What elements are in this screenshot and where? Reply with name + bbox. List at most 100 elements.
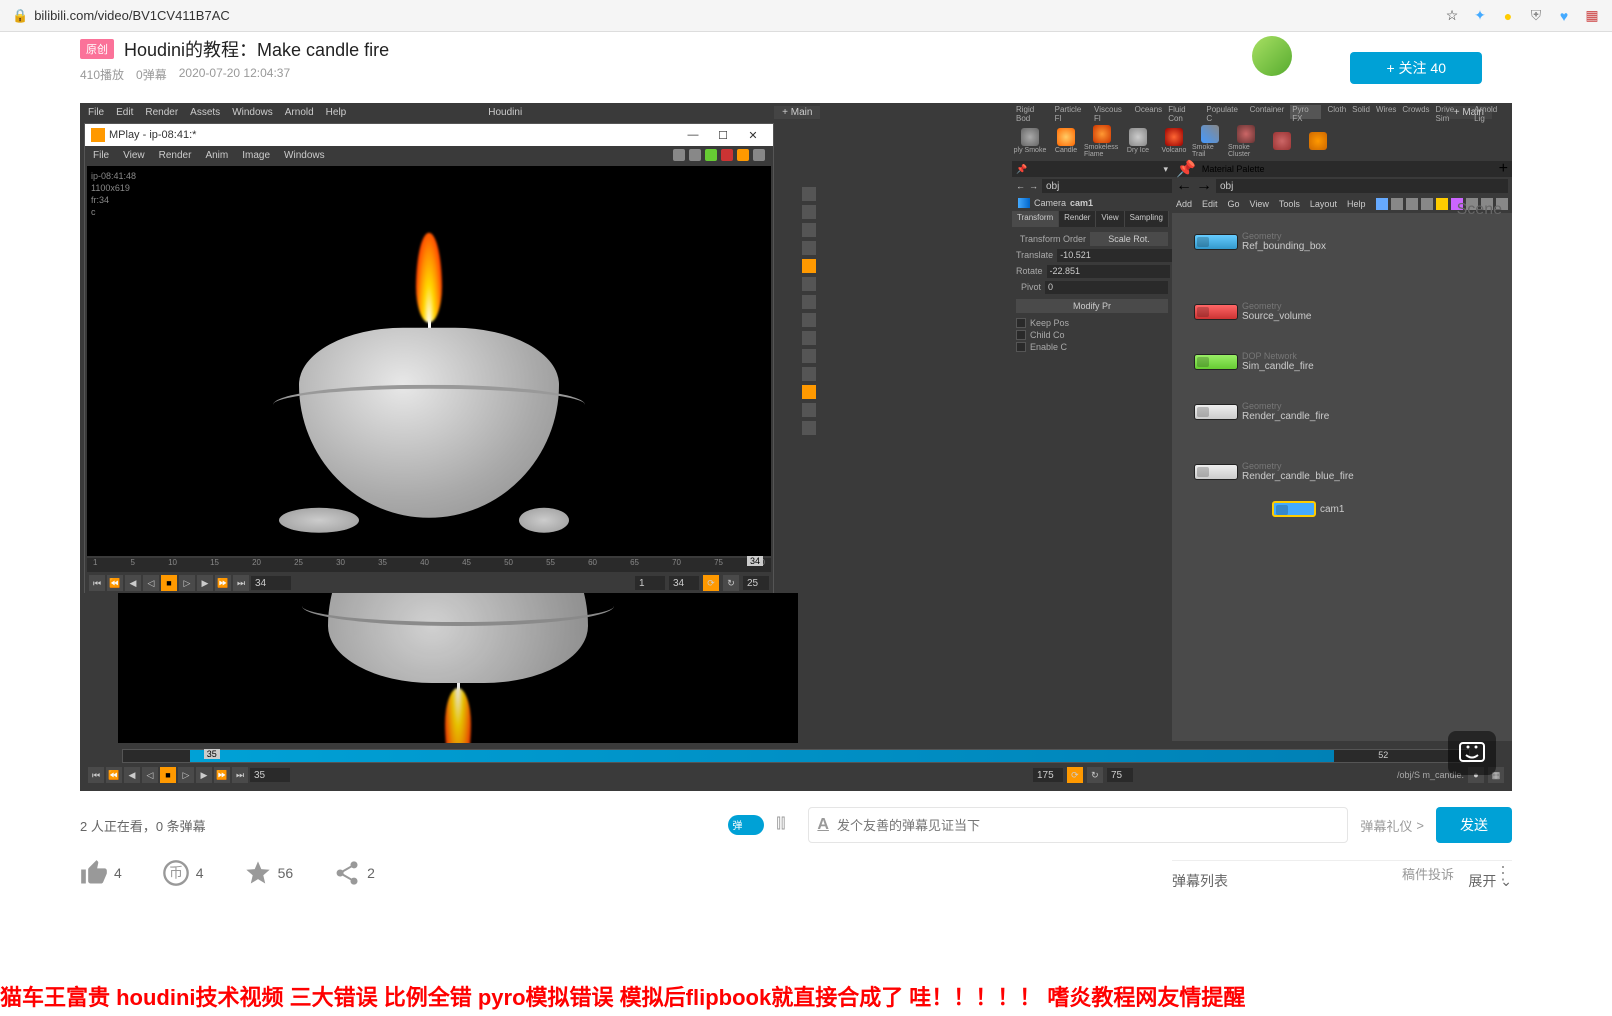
shelf-dryice[interactable]: Dry Ice xyxy=(1120,123,1156,159)
rotate-x-input[interactable] xyxy=(1047,265,1170,278)
hp-nextkey[interactable]: ⏩ xyxy=(214,767,230,783)
current-frame-input[interactable] xyxy=(251,576,291,590)
forward-icon[interactable]: → xyxy=(1196,177,1212,195)
shelf-tab[interactable]: Crowds xyxy=(1402,105,1429,119)
next-frame-button[interactable]: ▷ xyxy=(179,575,195,591)
shelf-extra1[interactable] xyxy=(1264,123,1300,159)
mplay-titlebar[interactable]: MPlay - ip-08:41:* — ☐ ✕ xyxy=(85,124,773,146)
tab-houdini[interactable]: Houdini xyxy=(488,107,522,118)
font-style-icon[interactable]: A xyxy=(817,816,829,834)
next-key-button[interactable]: ⏩ xyxy=(215,575,231,591)
menu-assets[interactable]: Assets xyxy=(190,107,220,118)
tool-icon[interactable] xyxy=(802,313,816,327)
shelf-tab[interactable]: Particle Fl xyxy=(1055,105,1088,119)
mplay-tool-icon[interactable] xyxy=(705,149,717,161)
node-cam1[interactable]: cam1 xyxy=(1272,501,1344,517)
network-panel[interactable]: 📌 Material Palette + ← → Add Edit Go Vie… xyxy=(1172,161,1512,741)
danmaku-input[interactable] xyxy=(837,818,1339,833)
menu-arnold[interactable]: Arnold xyxy=(285,107,314,118)
back-icon[interactable]: ← xyxy=(1176,177,1192,195)
translate-x-input[interactable] xyxy=(1057,249,1180,262)
shelf-tab[interactable]: Drive Sim xyxy=(1436,105,1469,119)
first-frame-button[interactable]: ⏮ xyxy=(89,575,105,591)
mplay-timeline[interactable]: 1510 152025 303540 455055 606570 7580 34 xyxy=(87,558,771,572)
menu-file[interactable]: File xyxy=(88,107,104,118)
follow-button[interactable]: + 关注 40 xyxy=(1350,52,1482,84)
mplay-menu-file[interactable]: File xyxy=(93,150,109,161)
share-button[interactable]: 2 xyxy=(333,859,375,887)
tab-render[interactable]: Render xyxy=(1059,211,1096,227)
enable-constraint-checkbox[interactable] xyxy=(1016,342,1026,352)
mplay-tool-icon[interactable] xyxy=(673,149,685,161)
back-icon[interactable]: ← xyxy=(1016,181,1025,191)
node-source-volume[interactable]: GeometrySource_volume xyxy=(1194,301,1311,322)
danmaku-etiquette-link[interactable]: 弹幕礼仪 > xyxy=(1360,816,1424,835)
net-menu-edit[interactable]: Edit xyxy=(1202,199,1218,209)
mplay-menu-image[interactable]: Image xyxy=(242,150,270,161)
mplay-menu-windows[interactable]: Windows xyxy=(284,150,325,161)
hp-last[interactable]: ⏭ xyxy=(232,767,248,783)
ext-icon-1[interactable]: ✦ xyxy=(1472,8,1488,24)
favorite-button[interactable]: 56 xyxy=(244,859,294,887)
net-menu-help[interactable]: Help xyxy=(1347,199,1366,209)
pivot-x-input[interactable] xyxy=(1045,281,1168,294)
danmaku-toggle[interactable] xyxy=(728,815,764,835)
hp-prevkey[interactable]: ⏪ xyxy=(106,767,122,783)
mplay-tool-icon[interactable] xyxy=(689,149,701,161)
node-sim-candle[interactable]: DOP NetworkSim_candle_fire xyxy=(1194,351,1314,372)
range-end-input[interactable] xyxy=(669,576,699,590)
net-icon[interactable] xyxy=(1376,198,1388,210)
mplay-tool-icon[interactable] xyxy=(753,149,765,161)
mplay-menu[interactable]: File View Render Anim Image Windows xyxy=(85,146,773,164)
play-back-button[interactable]: ◀ xyxy=(125,575,141,591)
tab-view[interactable]: View xyxy=(1096,211,1124,227)
shelf-tab[interactable]: Oceans xyxy=(1135,105,1163,119)
shelf-tab[interactable]: Solid xyxy=(1352,105,1370,119)
timeline-cursor[interactable]: 34 xyxy=(747,556,763,566)
child-comp-checkbox[interactable] xyxy=(1016,330,1026,340)
hp-next[interactable]: ▷ xyxy=(178,767,194,783)
tool-icon[interactable] xyxy=(802,241,816,255)
maximize-button[interactable]: ☐ xyxy=(709,125,737,145)
path-input[interactable] xyxy=(1042,179,1182,193)
minimize-button[interactable]: — xyxy=(679,125,707,145)
shelf-candle[interactable]: Candle xyxy=(1048,123,1084,159)
xform-order-menu[interactable]: Scale Rot. xyxy=(1090,232,1168,246)
close-button[interactable]: ✕ xyxy=(739,125,767,145)
shelf-smoketrail[interactable]: Smoke Trail xyxy=(1192,123,1228,159)
node-render-candle[interactable]: GeometryRender_candle_fire xyxy=(1194,401,1329,422)
shelf-tab[interactable]: Viscous Fl xyxy=(1094,105,1129,119)
net-menu-add[interactable]: Add xyxy=(1176,199,1192,209)
coin-button[interactable]: 币 4 xyxy=(162,859,204,887)
tool-icon[interactable] xyxy=(802,367,816,381)
shelf-smokeless[interactable]: Smokeless Flame xyxy=(1084,123,1120,159)
net-icon[interactable] xyxy=(1391,198,1403,210)
shelf-tab[interactable]: Arnold Lig xyxy=(1474,105,1508,119)
net-menu-view[interactable]: View xyxy=(1250,199,1269,209)
pane-pin-icon[interactable]: 📌 xyxy=(1176,159,1196,179)
shelf-smokecluster[interactable]: Smoke Cluster xyxy=(1228,123,1264,159)
realtime-toggle[interactable]: ⟳ xyxy=(703,575,719,591)
loop-button[interactable]: ↻ xyxy=(723,575,739,591)
menu-render[interactable]: Render xyxy=(145,107,178,118)
mplay-tool-icon[interactable] xyxy=(721,149,733,161)
prev-frame-button[interactable]: ◁ xyxy=(143,575,159,591)
fps-input[interactable] xyxy=(743,576,769,590)
send-button[interactable]: 发送 xyxy=(1436,807,1512,843)
mplay-viewport[interactable]: ip-08:41:48 1100x619 fr:34 c xyxy=(87,166,771,556)
prev-key-button[interactable]: ⏪ xyxy=(107,575,123,591)
like-button[interactable]: 4 xyxy=(80,859,122,887)
mplay-tool-icon[interactable] xyxy=(737,149,749,161)
net-icon[interactable] xyxy=(1436,198,1448,210)
tool-icon[interactable] xyxy=(802,403,816,417)
hp-frame-input[interactable] xyxy=(250,768,290,782)
tab-main[interactable]: + Main xyxy=(774,106,820,119)
last-frame-button[interactable]: ⏭ xyxy=(233,575,249,591)
tool-icon[interactable] xyxy=(802,223,816,237)
shelf-tab[interactable]: Fluid Con xyxy=(1168,105,1200,119)
mplay-menu-anim[interactable]: Anim xyxy=(205,150,228,161)
stop-button[interactable]: ■ xyxy=(161,575,177,591)
hp-stop[interactable]: ■ xyxy=(160,767,176,783)
shelf-tab[interactable]: Populate C xyxy=(1206,105,1243,119)
menu-windows[interactable]: Windows xyxy=(232,107,273,118)
